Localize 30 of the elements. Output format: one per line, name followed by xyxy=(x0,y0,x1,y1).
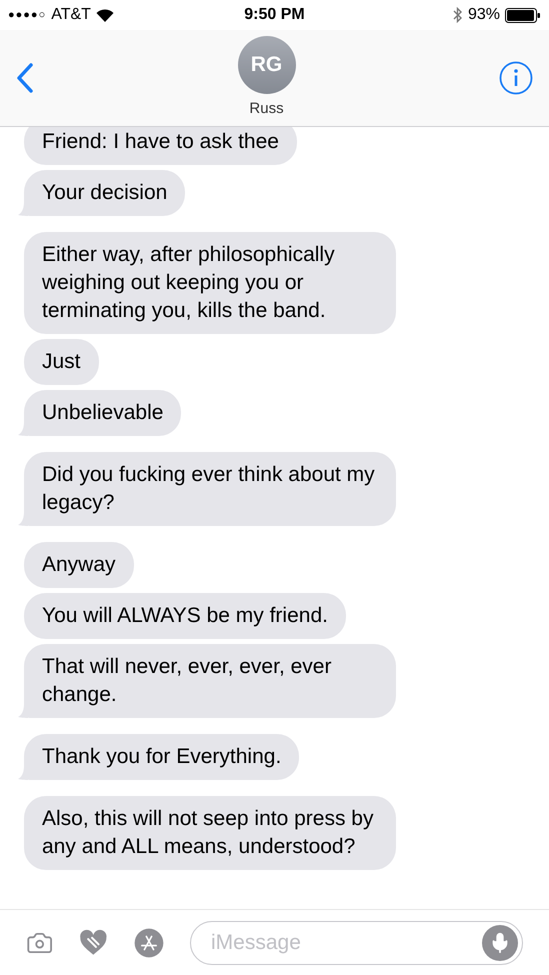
message-bubble: Also, this will not seep into press by any and ALL means, understood? xyxy=(24,796,396,870)
bubble-tail-icon xyxy=(18,202,28,216)
message-bubble: Thank you for Everything. xyxy=(24,734,300,780)
clock-time: 9:50 PM xyxy=(244,5,305,25)
battery-icon xyxy=(505,8,541,22)
battery-percentage: 93% xyxy=(468,5,500,25)
message-input-field[interactable]: iMessage xyxy=(190,920,523,964)
bubble-tail-icon xyxy=(18,512,28,526)
info-icon[interactable] xyxy=(499,61,533,95)
message-bubble: Your decision xyxy=(24,170,186,216)
message-bubble: Unbelievable xyxy=(24,390,182,436)
back-chevron-icon[interactable] xyxy=(16,63,34,93)
message-bubble: That will never, ever, ever, ever change. xyxy=(24,644,396,718)
contact-name: Russ xyxy=(249,98,284,119)
message-bubble: Friend: I have to ask thee xyxy=(24,127,297,165)
bubble-tail-icon xyxy=(18,704,28,718)
contact-avatar[interactable]: RG xyxy=(238,36,296,94)
message-input[interactable]: iMessage xyxy=(211,926,482,958)
signal-strength: ●●●●○ xyxy=(8,8,46,23)
microphone-button[interactable] xyxy=(482,924,518,960)
message-bubble: Either way, after philosophically weighing out keeping you or terminating you, kills the band. xyxy=(24,232,396,334)
message-bubble: You will ALWAYS be my friend. xyxy=(24,593,346,639)
bluetooth-icon xyxy=(452,7,463,23)
bubble-tail-icon xyxy=(18,766,28,780)
wifi-icon xyxy=(96,8,114,22)
message-bubble: Did you fucking ever think about my legacy? xyxy=(24,452,396,526)
message-bubble: Anyway xyxy=(24,542,134,588)
message-bubble: Just xyxy=(24,339,99,385)
carrier-name: AT&T xyxy=(51,5,91,25)
bubble-tail-icon xyxy=(18,422,28,436)
